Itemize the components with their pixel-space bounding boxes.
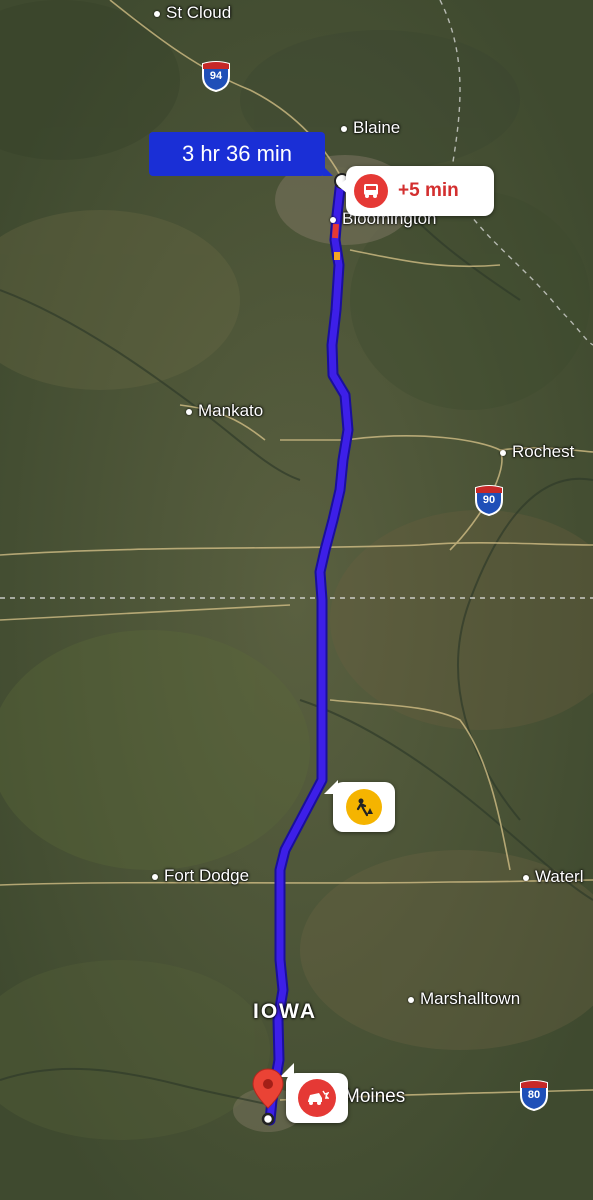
city-name: Rochest <box>512 442 575 461</box>
city-st-cloud[interactable]: St Cloud <box>154 3 231 23</box>
shield-number: 90 <box>482 494 496 506</box>
car-crash-icon <box>298 1079 336 1117</box>
city-marshalltown[interactable]: Marshalltown <box>408 989 520 1009</box>
city-name: Moines <box>344 1086 406 1107</box>
city-dot-icon <box>152 873 158 880</box>
city-mankato[interactable]: Mankato <box>186 401 263 421</box>
interstate-shield-90: 90 <box>474 484 504 517</box>
traffic-delay-callout[interactable]: +5 min <box>338 166 494 216</box>
city-name: Mankato <box>198 401 264 420</box>
state-label-iowa: IOWA <box>253 1000 317 1023</box>
city-name: Blaine <box>353 118 401 137</box>
interstate-shield-80: 80 <box>519 1079 549 1112</box>
construction-worker-icon <box>346 789 382 825</box>
crash-callout[interactable] <box>280 1063 348 1123</box>
city-dot-icon <box>341 125 347 132</box>
city-waterloo[interactable]: Waterl <box>523 867 584 887</box>
city-name: Marshalltown <box>420 989 521 1008</box>
destination-pin[interactable] <box>251 1068 285 1126</box>
city-dot-icon <box>500 449 506 456</box>
shield-number: 80 <box>527 1089 541 1101</box>
city-dot-icon <box>154 10 160 17</box>
city-fort-dodge[interactable]: Fort Dodge <box>152 866 249 886</box>
city-des-moines[interactable]: Moines <box>344 1086 405 1108</box>
city-rochester[interactable]: Rochest <box>500 442 574 462</box>
car-traffic-icon <box>354 174 388 208</box>
city-blaine[interactable]: Blaine <box>341 118 400 138</box>
city-name: Fort Dodge <box>164 866 250 885</box>
traffic-delay-text: +5 min <box>398 180 459 201</box>
map-pin-icon <box>252 1068 284 1126</box>
city-dot-icon <box>523 874 529 881</box>
shield-number: 94 <box>209 70 223 82</box>
city-dot-icon <box>186 408 192 415</box>
route-duration-text: 3 hr 36 min <box>181 141 293 166</box>
city-name: St Cloud <box>166 3 232 22</box>
city-dot-icon <box>408 996 414 1003</box>
route-duration-label[interactable]: 3 hr 36 min <box>149 132 333 176</box>
city-name: Waterl <box>535 867 584 886</box>
interstate-shield-94: 94 <box>201 60 231 93</box>
city-dot-icon <box>330 216 336 223</box>
construction-callout[interactable] <box>324 780 395 832</box>
